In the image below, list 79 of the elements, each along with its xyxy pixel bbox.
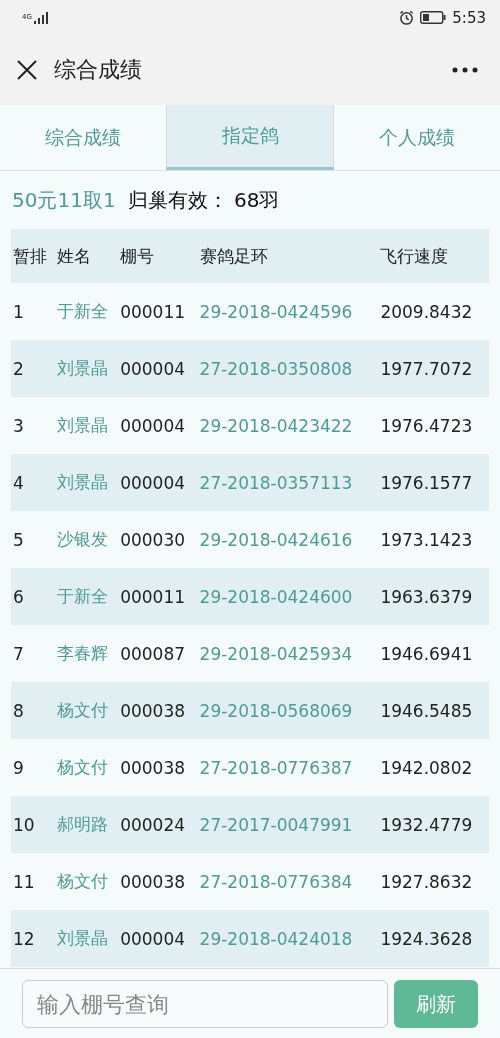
table-cell: 1973.1423: [378, 511, 489, 568]
column-header: 暂排: [11, 229, 55, 283]
close-icon[interactable]: [16, 59, 38, 81]
column-header: 赛鸽足环: [197, 229, 379, 283]
table-cell[interactable]: 郝明路: [54, 796, 119, 853]
table-cell: 000004: [118, 454, 198, 511]
summary-label: 归巢有效： 68羽: [127, 186, 280, 214]
table-cell[interactable]: 杨文付: [54, 682, 119, 739]
table-cell[interactable]: 27-2018-0350808: [197, 340, 379, 397]
table-cell: 12: [11, 910, 55, 967]
tab[interactable]: 综合成绩: [0, 105, 166, 170]
table-cell[interactable]: 沙银发: [54, 511, 119, 568]
tab[interactable]: 指定鸽: [166, 105, 334, 170]
table-cell[interactable]: 27-2017-0047991: [197, 796, 379, 853]
alarm-icon: [399, 10, 415, 25]
table-cell: 000004: [118, 910, 198, 967]
table-cell: 2009.8432: [378, 283, 489, 340]
column-header: 姓名: [54, 229, 119, 283]
table-cell[interactable]: 29-2018-0424600: [197, 568, 379, 625]
clock: 5:53: [452, 8, 486, 27]
signal-icon: [33, 11, 48, 24]
table-cell: 000024: [118, 796, 198, 853]
rule-label: 50元11取1: [12, 186, 116, 214]
table-cell: 2: [11, 340, 55, 397]
table-cell: 1927.8632: [378, 853, 489, 910]
column-header: 棚号: [118, 229, 198, 283]
table-cell[interactable]: 27-2018-0776387: [197, 739, 379, 796]
table-cell: 000004: [118, 397, 198, 454]
table-cell: 10: [11, 796, 55, 853]
table-cell[interactable]: 于新全: [54, 283, 119, 340]
tab[interactable]: 个人成绩: [334, 105, 500, 170]
table-cell[interactable]: 29-2018-0423422: [197, 397, 379, 454]
table-cell: 1946.5485: [378, 682, 489, 739]
table-cell[interactable]: 29-2018-0424018: [197, 910, 379, 967]
table-cell: 000004: [118, 340, 198, 397]
table-cell: 000038: [118, 682, 198, 739]
table-cell: 8: [11, 682, 55, 739]
table-cell[interactable]: 李春辉: [54, 625, 119, 682]
battery-icon: [420, 11, 447, 24]
table-cell[interactable]: 刘景晶: [54, 454, 119, 511]
table-cell: 000087: [118, 625, 198, 682]
table-cell: 1942.0802: [378, 739, 489, 796]
table-cell: 4: [11, 454, 55, 511]
table-cell: 1924.3628: [378, 910, 489, 967]
table-cell: 1963.6379: [378, 568, 489, 625]
table-cell[interactable]: 29-2018-0425934: [197, 625, 379, 682]
table-cell: 6: [11, 568, 55, 625]
table-cell: 000038: [118, 739, 198, 796]
table-cell: 1977.7072: [378, 340, 489, 397]
table-cell[interactable]: 刘景晶: [54, 910, 119, 967]
table-cell[interactable]: 杨文付: [54, 853, 119, 910]
table-cell: 11: [11, 853, 55, 910]
table-cell: 000011: [118, 283, 198, 340]
table-cell[interactable]: 刘景晶: [54, 340, 119, 397]
table-cell: 1946.6941: [378, 625, 489, 682]
table-cell[interactable]: 27-2018-0357113: [197, 454, 379, 511]
table-cell: 1932.4779: [378, 796, 489, 853]
table-cell[interactable]: 29-2018-0568069: [197, 682, 379, 739]
table-cell: 9: [11, 739, 55, 796]
table-cell[interactable]: 27-2018-0776384: [197, 853, 379, 910]
table-cell[interactable]: 于新全: [54, 568, 119, 625]
table-cell: 1976.1577: [378, 454, 489, 511]
table-cell: 000011: [118, 568, 198, 625]
table-cell: 1976.4723: [378, 397, 489, 454]
table-cell[interactable]: 刘景晶: [54, 397, 119, 454]
table-cell: 000038: [118, 853, 198, 910]
page-title: 综合成绩: [54, 56, 142, 84]
table-cell[interactable]: 29-2018-0424596: [197, 283, 379, 340]
column-header: 飞行速度: [378, 229, 489, 283]
table-cell: 1: [11, 283, 55, 340]
search-field[interactable]: 输入棚号查询: [22, 980, 388, 1028]
table-cell[interactable]: 29-2018-0424616: [197, 511, 379, 568]
more-icon[interactable]: [452, 67, 478, 73]
table-cell: 000030: [118, 511, 198, 568]
table-cell: 5: [11, 511, 55, 568]
table-cell: 3: [11, 397, 55, 454]
refresh-button[interactable]: 刷新: [394, 980, 478, 1028]
table-cell: 7: [11, 625, 55, 682]
table-cell[interactable]: 杨文付: [54, 739, 119, 796]
